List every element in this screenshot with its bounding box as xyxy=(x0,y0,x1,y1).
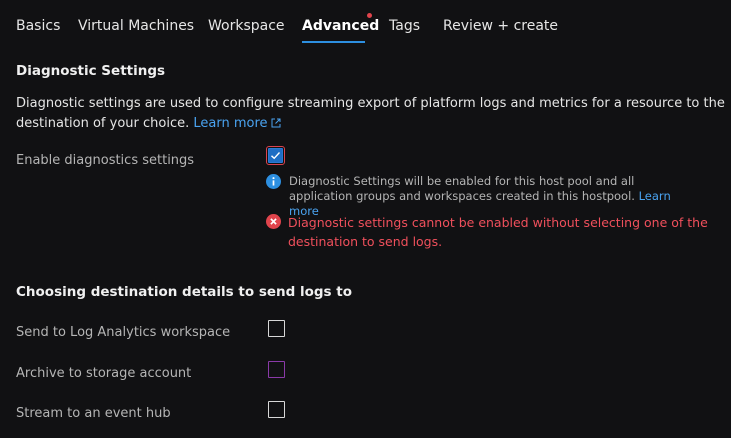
enable-diagnostics-label: Enable diagnostics settings xyxy=(16,153,195,168)
log-analytics-label: Send to Log Analytics workspace xyxy=(16,325,231,340)
checkmark-icon xyxy=(271,152,281,160)
tab-advanced-error-dot xyxy=(367,13,372,18)
enable-diagnostics-checkbox[interactable] xyxy=(266,146,285,165)
storage-account-label: Archive to storage account xyxy=(16,366,192,381)
event-hub-label: Stream to an event hub xyxy=(16,406,171,421)
tab-virtual-machines[interactable]: Virtual Machines xyxy=(78,18,194,34)
error-circle-icon xyxy=(266,214,281,229)
diagnostic-settings-title: Diagnostic Settings xyxy=(16,63,166,79)
event-hub-checkbox[interactable] xyxy=(268,401,285,418)
tab-advanced[interactable]: Advanced xyxy=(302,18,379,34)
storage-account-checkbox[interactable] xyxy=(268,361,285,378)
description-text: Diagnostic settings are used to configur… xyxy=(16,96,725,131)
learn-more-link[interactable]: Learn more xyxy=(193,116,281,131)
destinations-title: Choosing destination details to send log… xyxy=(16,284,353,300)
info-message-text: Diagnostic Settings will be enabled for … xyxy=(289,174,635,203)
info-circle-icon xyxy=(266,174,281,189)
tab-review-create[interactable]: Review + create xyxy=(443,18,558,34)
log-analytics-checkbox[interactable] xyxy=(268,320,285,337)
learn-more-label: Learn more xyxy=(193,116,268,131)
error-message: Diagnostic settings cannot be enabled wi… xyxy=(288,215,708,249)
active-tab-indicator xyxy=(302,41,365,43)
wizard-tabs: Basics Virtual Machines Workspace Advanc… xyxy=(0,0,731,44)
tab-workspace[interactable]: Workspace xyxy=(208,18,285,34)
diagnostic-description: Diagnostic settings are used to configur… xyxy=(16,94,728,134)
tab-basics[interactable]: Basics xyxy=(16,18,60,34)
external-link-icon xyxy=(271,118,281,128)
tab-tags[interactable]: Tags xyxy=(389,18,420,34)
